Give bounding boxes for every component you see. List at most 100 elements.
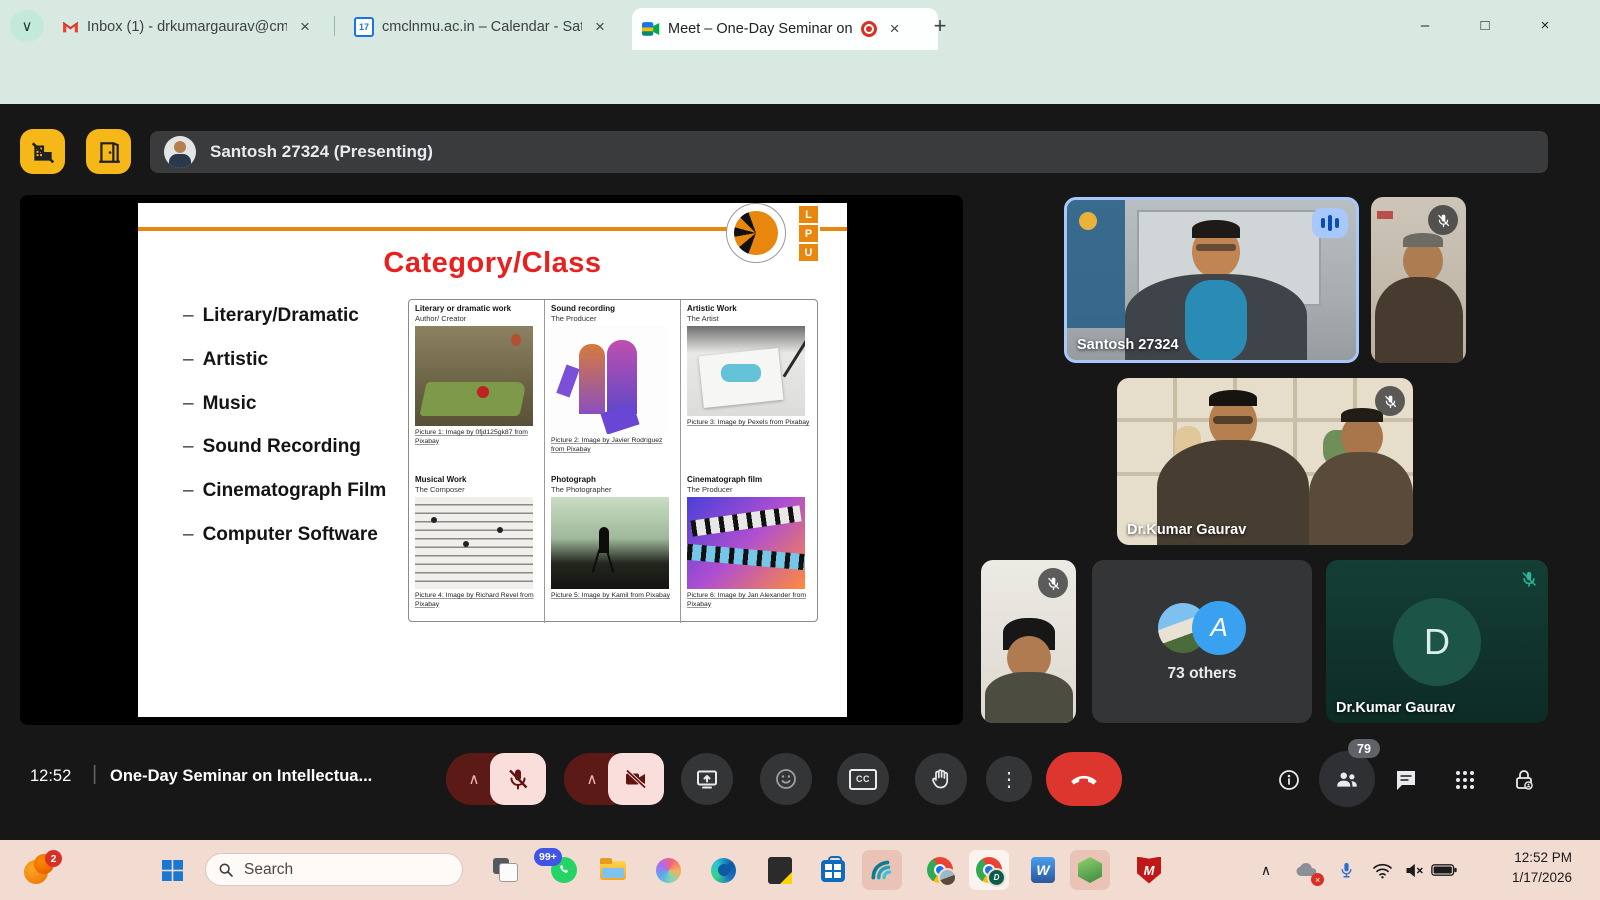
- letter-avatar: D: [1393, 598, 1481, 686]
- taskbar-chrome-profile2-active[interactable]: D: [973, 854, 1005, 886]
- video-tile-kumar[interactable]: Dr.Kumar Gaurav: [1117, 378, 1413, 545]
- taskbar-search-box[interactable]: Search: [205, 853, 463, 886]
- present-screen-button[interactable]: [681, 753, 733, 805]
- cell-heading: Artistic Work: [687, 304, 811, 314]
- tab-title: Inbox (1) - drkumargaurav@cm: [87, 19, 287, 35]
- window-close-button[interactable]: ×: [1522, 8, 1568, 42]
- window-maximize-button[interactable]: □: [1462, 8, 1508, 42]
- companion-warning-button[interactable]: [20, 129, 65, 174]
- participant-letter-avatar: A: [1192, 601, 1246, 655]
- cell-caption: Picture 6: Image by Jan Alexander from P…: [687, 592, 811, 609]
- building-slash-icon: [30, 139, 56, 165]
- bullet-dash: –: [183, 436, 194, 458]
- taskbar-ms-store[interactable]: [817, 854, 849, 886]
- others-count-label: 73 others: [1168, 665, 1237, 683]
- battery-icon: [1431, 863, 1457, 877]
- mic-mute-button[interactable]: [490, 753, 546, 805]
- lpu-letter-l: L: [798, 205, 819, 224]
- slide-rule-right: [820, 227, 847, 231]
- taskbar-wave-app-active[interactable]: [866, 854, 898, 886]
- close-tab-icon[interactable]: ×: [295, 17, 315, 37]
- taskbar-copilot[interactable]: [652, 854, 684, 886]
- tray-clock[interactable]: 12:52 PM 1/17/2026: [1512, 848, 1572, 888]
- edge-swirl-center: [718, 864, 730, 876]
- bullet-item: –Literary/Dramatic: [183, 305, 359, 327]
- cell-caption: Picture 3: Image by Pexels from Pixabay: [687, 419, 811, 428]
- divider: |: [92, 763, 97, 786]
- new-tab-button[interactable]: +: [925, 12, 955, 40]
- green-hexagon-icon: [1078, 857, 1102, 883]
- host-controls-button[interactable]: [1511, 767, 1537, 793]
- lpu-letter-p: P: [798, 224, 819, 243]
- meeting-info-button[interactable]: [1276, 767, 1302, 793]
- taskbar-chrome-profile1[interactable]: [924, 854, 956, 886]
- others-avatars: A: [1158, 601, 1246, 655]
- widgets-weather-button[interactable]: 2: [22, 852, 58, 888]
- video-tile-santosh[interactable]: Santosh 27324: [1064, 197, 1359, 363]
- store-pane: [825, 872, 832, 878]
- store-pane: [834, 864, 841, 870]
- activities-button[interactable]: [1452, 767, 1478, 793]
- avatar-head-shape: [174, 141, 186, 153]
- taskbar-whatsapp[interactable]: 99+: [548, 854, 580, 886]
- audio-bar: [1328, 215, 1332, 231]
- tab-meet-active[interactable]: Meet – One-Day Seminar on ×: [632, 8, 938, 50]
- windows-logo-icon: [162, 860, 183, 881]
- tab-gmail[interactable]: Inbox (1) - drkumargaurav@cm ×: [52, 9, 348, 45]
- window-minimize-button[interactable]: –: [1402, 8, 1448, 42]
- avatar-tile-kumar[interactable]: D Dr.Kumar Gaurav: [1326, 560, 1548, 723]
- bullet-dash: –: [183, 524, 194, 546]
- tab-search-button[interactable]: ∨: [10, 10, 44, 42]
- tray-onedrive[interactable]: ×: [1290, 854, 1322, 886]
- tripod-leg-shape: [606, 549, 615, 573]
- task-view-button[interactable]: [489, 854, 521, 886]
- taskbar-mcafee[interactable]: M: [1133, 854, 1165, 886]
- taskbar-file-explorer[interactable]: [597, 854, 629, 886]
- close-tab-icon[interactable]: ×: [590, 17, 610, 37]
- sheet-music-photo: [415, 497, 533, 589]
- taskbar-node-app-active[interactable]: [1074, 854, 1106, 886]
- avatar-body-shape: [169, 154, 191, 168]
- word-icon: W: [1031, 857, 1055, 883]
- participants-button[interactable]: [1319, 751, 1375, 807]
- tray-mic-in-use[interactable]: [1330, 854, 1362, 886]
- taskbar-word[interactable]: W: [1027, 854, 1059, 886]
- participants-count-badge: 79: [1348, 739, 1380, 758]
- taskbar-edge[interactable]: [707, 854, 739, 886]
- grid-cell: Literary or dramatic work Author/ Creato…: [409, 300, 545, 471]
- end-call-button[interactable]: [1046, 752, 1122, 806]
- raise-hand-button[interactable]: [915, 753, 967, 805]
- others-tile[interactable]: A 73 others: [1092, 560, 1312, 723]
- door-open-icon: [96, 139, 122, 165]
- singers-photo: [551, 326, 669, 434]
- chat-button[interactable]: [1393, 767, 1419, 793]
- taskbar-dark-app[interactable]: [764, 854, 796, 886]
- video-tile-participant[interactable]: [1371, 197, 1466, 363]
- copilot-icon: [656, 858, 681, 883]
- captions-button[interactable]: CC: [837, 753, 889, 805]
- store-pane: [834, 872, 841, 878]
- reactions-button[interactable]: [760, 753, 812, 805]
- start-button[interactable]: [156, 854, 188, 886]
- door-open-button[interactable]: [86, 129, 131, 174]
- tray-show-hidden-button[interactable]: ∧: [1250, 854, 1282, 886]
- more-options-button[interactable]: ⋮: [986, 756, 1032, 802]
- filmstrip-shape: [690, 505, 801, 536]
- presentation-tile[interactable]: L P U Category/Class –Literary/Dramatic …: [20, 195, 963, 725]
- close-tab-icon[interactable]: ×: [885, 19, 905, 39]
- person-glasses: [1213, 416, 1253, 424]
- people-icon: [1334, 766, 1360, 792]
- balloon-shape: [511, 334, 521, 346]
- cell-heading: Photograph: [551, 475, 674, 485]
- tab-calendar[interactable]: 17 cmclnmu.ac.in – Calendar - Satu ×: [344, 9, 642, 45]
- video-tile-participant[interactable]: [981, 560, 1076, 723]
- bullet-item: –Sound Recording: [183, 436, 361, 458]
- tray-battery[interactable]: [1428, 854, 1460, 886]
- photographer-photo: [551, 497, 669, 589]
- camera-off-button[interactable]: [608, 753, 664, 805]
- bullet-text: Artistic: [203, 349, 268, 371]
- tray-wifi[interactable]: [1366, 854, 1398, 886]
- tray-volume-muted[interactable]: [1398, 854, 1430, 886]
- cell-caption: Picture 5: Image by Kamil from Pixabay: [551, 592, 674, 601]
- book-photo: [415, 326, 533, 426]
